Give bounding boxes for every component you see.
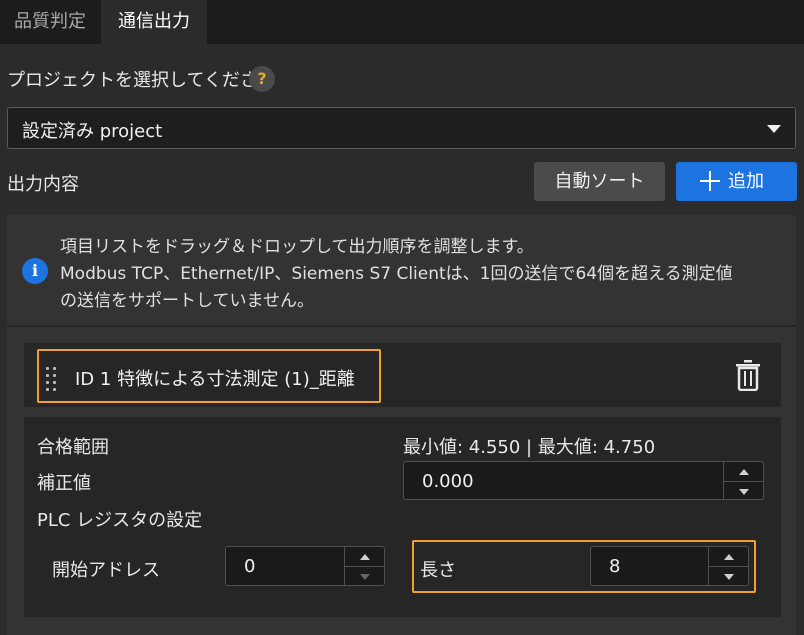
- info-line: 項目リストをドラッグ＆ドロップして出力順序を調整します。: [60, 237, 534, 257]
- help-icon[interactable]: ?: [249, 66, 275, 92]
- info-line: Modbus TCP、Ethernet/IP、Siemens S7 Client…: [60, 264, 733, 284]
- correction-spinbox[interactable]: 0.000: [403, 461, 764, 500]
- output-content-label: 出力内容: [7, 174, 79, 195]
- correction-stepper: [723, 462, 764, 500]
- start-address-stepper: [344, 547, 385, 585]
- stepper-down-button[interactable]: [724, 480, 764, 500]
- output-item-drag-handle[interactable]: ID 1 特徴による寸法測定 (1)_距離: [37, 349, 381, 403]
- divider: [7, 325, 796, 327]
- chevron-down-icon: [767, 125, 781, 133]
- info-line: の送信をサポートしていません。: [60, 291, 314, 311]
- length-label: 長さ: [420, 560, 456, 581]
- pass-range-label: 合格範囲: [37, 437, 109, 458]
- add-button-label: 追加: [728, 171, 764, 192]
- add-button[interactable]: 追加: [676, 162, 797, 201]
- stepper-up-button[interactable]: [345, 547, 385, 566]
- project-dropdown-value: 設定済み project: [22, 121, 163, 142]
- length-stepper: [708, 547, 749, 585]
- auto-sort-button[interactable]: 自動ソート: [534, 162, 665, 201]
- trash-icon[interactable]: [734, 359, 762, 392]
- project-select-label: プロジェクトを選択してください: [7, 70, 276, 91]
- info-icon: i: [22, 258, 48, 284]
- tab-quality-judgment[interactable]: 品質判定: [0, 0, 100, 44]
- drag-grip-icon: [45, 367, 59, 391]
- start-address-spinbox[interactable]: 0: [225, 546, 385, 586]
- tab-communication-output[interactable]: 通信出力: [101, 0, 207, 44]
- correction-value: 0.000: [422, 471, 474, 492]
- plus-icon: [700, 171, 720, 191]
- stepper-down-button[interactable]: [709, 566, 749, 585]
- plc-register-label: PLC レジスタの設定: [37, 510, 203, 531]
- pass-range-value: 最小値: 4.550 | 最大値: 4.750: [403, 437, 656, 458]
- tab-bar: 品質判定 通信出力: [0, 0, 804, 44]
- stepper-up-button[interactable]: [709, 547, 749, 566]
- start-address-label: 開始アドレス: [52, 560, 160, 581]
- stepper-up-button[interactable]: [724, 462, 764, 481]
- start-address-value: 0: [244, 556, 256, 577]
- info-message: 項目リストをドラッグ＆ドロップして出力順序を調整します。 Modbus TCP、…: [60, 234, 790, 315]
- length-value: 8: [609, 556, 621, 577]
- output-item-title: ID 1 特徴による寸法測定 (1)_距離: [75, 369, 355, 390]
- length-spinbox[interactable]: 8: [590, 546, 749, 586]
- correction-label: 補正値: [37, 473, 91, 494]
- project-dropdown[interactable]: 設定済み project: [7, 107, 796, 149]
- stepper-down-button[interactable]: [345, 566, 385, 585]
